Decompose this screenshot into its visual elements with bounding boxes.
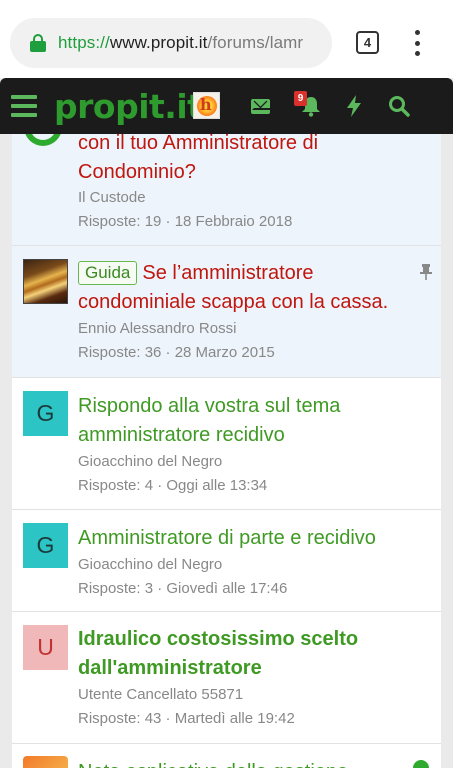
address-bar[interactable]: https://www.propit.it/forums/lamr — [10, 18, 332, 68]
browser-toolbar: https://www.propit.it/forums/lamr 4 — [0, 8, 453, 78]
pin-icon — [420, 264, 432, 280]
thread-avatar: G — [23, 391, 68, 436]
thread-avatar — [23, 756, 68, 768]
thread-meta: Risposte: 3 · Giovedì alle 17:46 — [78, 580, 288, 597]
forum-page: con il tuo Amministratore di Condominio?… — [0, 78, 453, 768]
thread-author[interactable]: Ennio Alessandro Rossi — [78, 320, 236, 337]
notification-badge: 9 — [294, 91, 307, 106]
thread-avatar: U — [23, 625, 68, 670]
mail-icon[interactable] — [251, 94, 273, 114]
thread-author[interactable]: Gioacchino del Negro — [78, 453, 222, 470]
thread-avatar: G — [23, 523, 68, 568]
thread-author[interactable]: Il Custode — [78, 189, 146, 206]
lock-icon — [30, 34, 46, 52]
thread-title[interactable]: con il tuo Amministratore di Condominio? — [78, 129, 421, 187]
guide-prefix-badge[interactable]: Guida — [78, 261, 138, 285]
forum-navbar: propit.it h 9 — [0, 78, 453, 134]
thread-meta: Risposte: 36 · 28 Marzo 2015 — [78, 344, 275, 361]
menu-icon[interactable] — [11, 95, 37, 117]
thread-item[interactable]: G Amministratore di parte e recidivo Gio… — [12, 510, 441, 612]
status-icon — [413, 760, 429, 768]
thread-title[interactable]: Guida Se l’amministratore condominiale sc… — [78, 259, 417, 317]
url-text: https://www.propit.it/forums/lamr — [58, 33, 304, 52]
thread-item[interactable]: Guida Se l’amministratore condominiale sc… — [12, 246, 441, 378]
thread-avatar — [23, 259, 68, 304]
thread-author[interactable]: Utente Cancellato 55871 — [78, 686, 243, 703]
thread-title[interactable]: Nota esplicativa della gestione — [78, 758, 421, 768]
thread-item[interactable]: Nota esplicativa della gestione — [12, 744, 441, 768]
thread-item[interactable]: G Rispondo alla vostra sul tema amminist… — [12, 378, 441, 510]
tab-switcher-button[interactable]: 4 — [356, 31, 379, 54]
thread-meta: Risposte: 19 · 18 Febbraio 2018 — [78, 213, 293, 230]
thread-meta: Risposte: 43 · Martedì alle 19:42 — [78, 710, 295, 727]
thread-title[interactable]: Idraulico costosissimo scelto dall'ammin… — [78, 625, 421, 683]
browser-menu-icon[interactable] — [413, 30, 421, 56]
search-icon[interactable] — [388, 95, 410, 117]
site-logo[interactable]: propit.it — [54, 87, 203, 126]
thread-title[interactable]: Amministratore di parte e recidivo — [78, 524, 421, 553]
thread-item[interactable]: U Idraulico costosissimo scelto dall'amm… — [12, 612, 441, 744]
thread-author[interactable]: Gioacchino del Negro — [78, 556, 222, 573]
lightning-icon[interactable] — [345, 95, 363, 117]
thread-meta: Risposte: 4 · Oggi alle 13:34 — [78, 477, 268, 494]
user-avatar[interactable]: h — [193, 92, 220, 119]
status-bar — [0, 0, 453, 8]
thread-title[interactable]: Rispondo alla vostra sul tema amministra… — [78, 392, 421, 450]
